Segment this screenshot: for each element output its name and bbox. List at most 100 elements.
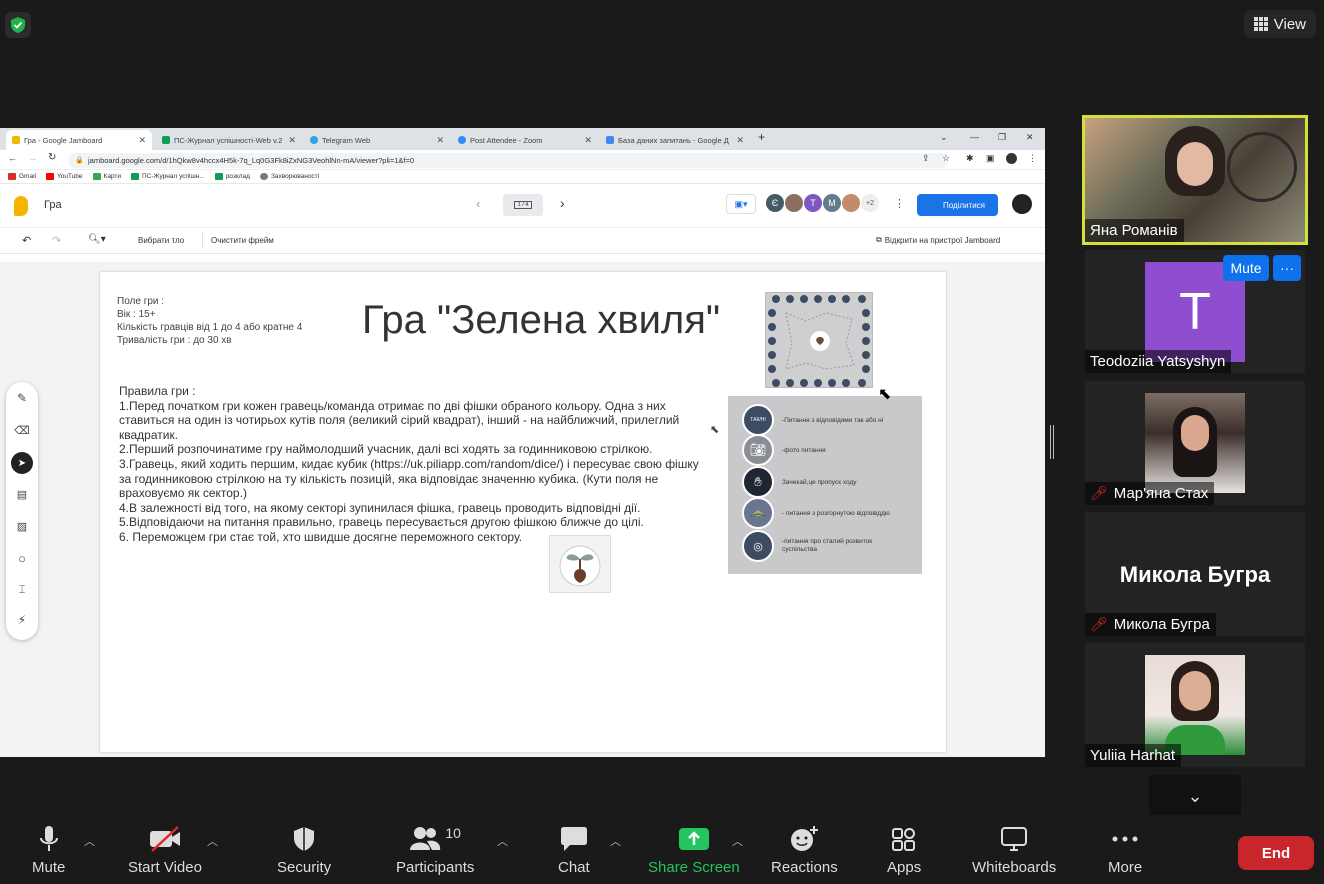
scroll-gallery-down-button[interactable]: ⌄ <box>1149 775 1241 817</box>
jam-frame[interactable]: Поле гри : Вік : 15+ Кількість гравців в… <box>100 272 946 752</box>
close-tab-icon[interactable]: ✕ <box>288 135 296 146</box>
browser-tab-jamboard[interactable]: Гра - Google Jamboard ✕ <box>6 130 152 150</box>
participants-button[interactable]: 10 Participants <box>396 825 474 876</box>
avatar[interactable] <box>842 194 860 212</box>
participant-mute-button[interactable]: Mute <box>1223 255 1269 281</box>
frame-bar-button[interactable]: 1 / 4 <box>503 194 543 216</box>
bookmark-youtube[interactable]: YouTube <box>45 173 83 180</box>
browser-menu-icon[interactable]: ⋮ <box>1028 153 1037 164</box>
pen-icon[interactable]: ✎ <box>14 390 30 406</box>
browser-tab-telegram[interactable]: Telegram Web ✕ <box>304 130 450 150</box>
new-tab-button[interactable]: + <box>758 130 765 144</box>
bookmark-illness[interactable]: Захворюваності <box>259 173 319 180</box>
bookmark-maps[interactable]: Карти <box>92 173 121 180</box>
gmail-icon <box>8 173 16 180</box>
reactions-button[interactable]: Reactions <box>771 825 838 876</box>
more-button[interactable]: More <box>1108 825 1142 876</box>
set-background-button[interactable]: Вибрати тло <box>138 236 184 245</box>
next-frame-icon[interactable]: › <box>560 195 565 211</box>
muted-mic-icon: 🎤︎ <box>1090 485 1108 501</box>
close-tab-icon[interactable]: ✕ <box>436 135 444 146</box>
avatar[interactable]: Є <box>766 194 784 212</box>
avatar[interactable] <box>785 194 803 212</box>
security-button[interactable]: Security <box>277 825 331 876</box>
shared-screen: Гра - Google Jamboard ✕ ПС-Журнал успішно… <box>0 128 1045 757</box>
more-collaborators-count[interactable]: +2 <box>861 194 879 212</box>
video-options-caret-icon[interactable]: ︿ <box>207 833 218 849</box>
participant-face <box>1177 142 1213 186</box>
zoom-icon[interactable]: 🔍︎▾ <box>88 234 106 245</box>
view-button[interactable]: View <box>1243 10 1316 38</box>
sticky-note-icon[interactable]: ▤ <box>14 486 30 502</box>
avatar[interactable]: M <box>823 194 841 212</box>
select-icon[interactable]: ➤ <box>11 452 33 474</box>
image-icon[interactable]: ▨ <box>14 518 30 534</box>
share-page-icon[interactable]: ⇪ <box>922 153 930 164</box>
participant-more-button[interactable]: ··· <box>1273 255 1301 281</box>
participants-caret-icon[interactable]: ︿ <box>497 833 508 849</box>
participant-tile-active[interactable]: Яна Романів <box>1082 115 1308 245</box>
open-on-device-button[interactable]: ⧉ Відкрити на пристрої Jamboard <box>876 235 1000 245</box>
text-box-icon[interactable]: ⌶ <box>14 582 30 598</box>
bookmark-gmail[interactable]: Gmail <box>8 173 36 180</box>
bookmark-journal[interactable]: ПС-Журнал успішн... <box>131 173 205 180</box>
share-button[interactable]: 👤 Поділитися <box>917 194 998 216</box>
chat-caret-icon[interactable]: ︿ <box>610 833 621 849</box>
chat-button[interactable]: Chat <box>558 825 590 876</box>
sidebar-icon[interactable]: ▣ <box>986 153 995 164</box>
shape-circle-icon[interactable]: ○ <box>14 550 30 566</box>
present-button[interactable]: ▣▾ <box>726 194 756 214</box>
sheets-favicon-icon <box>162 136 170 144</box>
browser-tab-database[interactable]: База даних запитань - Google Д ✕ <box>600 130 750 150</box>
browser-tab-journal[interactable]: ПС-Журнал успішності-Web v.2 ✕ <box>156 130 302 150</box>
browser-tab-zoom[interactable]: Post Attendee - Zoom ✕ <box>452 130 598 150</box>
close-tab-icon[interactable]: ✕ <box>736 135 744 146</box>
present-icon: ▣▾ <box>734 198 748 209</box>
apps-icon <box>892 828 916 851</box>
share-screen-button[interactable]: Share Screen <box>648 825 740 876</box>
start-video-button[interactable]: Start Video <box>128 825 202 876</box>
redo-icon[interactable]: ↷ <box>52 234 61 247</box>
avatar <box>1145 393 1245 493</box>
minimize-button[interactable]: — <box>970 132 979 142</box>
eraser-icon[interactable]: ⌫ <box>14 422 30 438</box>
undo-icon[interactable]: ↶ <box>22 234 31 247</box>
forward-arrow-icon[interactable]: → <box>28 153 37 163</box>
close-tab-icon[interactable]: ✕ <box>138 135 146 146</box>
reload-icon[interactable]: ↻ <box>48 152 56 163</box>
apps-button[interactable]: Apps <box>887 825 921 876</box>
prev-frame-icon[interactable]: ‹ <box>476 196 480 211</box>
mute-button[interactable]: Mute <box>32 825 65 876</box>
extensions-icon[interactable]: ✱ <box>966 153 974 164</box>
share-caret-icon[interactable]: ︿ <box>732 833 743 849</box>
avatar[interactable]: T <box>804 194 822 212</box>
stop-hand-icon: ✋︎ <box>742 466 774 498</box>
end-meeting-button[interactable]: End <box>1238 836 1314 870</box>
maps-icon <box>92 173 101 180</box>
jam-title[interactable]: Гра <box>44 199 62 211</box>
audio-options-caret-icon[interactable]: ︿ <box>84 833 95 849</box>
panel-resize-handle[interactable] <box>1050 425 1054 459</box>
bookmark-star-icon[interactable]: ☆ <box>942 153 950 164</box>
participant-tile[interactable]: Микола Бугра 🎤︎ Микола Бугра <box>1085 512 1305 636</box>
encryption-shield-icon[interactable] <box>5 12 31 38</box>
tab-search-chevron-icon[interactable]: ⌄ <box>940 132 948 143</box>
clear-frame-button[interactable]: Очистити фрейм <box>211 236 274 245</box>
more-options-icon[interactable]: ⋮ <box>894 197 905 210</box>
whiteboards-button[interactable]: Whiteboards <box>972 825 1056 876</box>
participant-tile[interactable]: T Mute ··· Teodoziia Yatsyshyn <box>1085 250 1305 373</box>
participant-face <box>1179 671 1211 711</box>
back-arrow-icon[interactable]: ← <box>8 153 17 163</box>
maximize-button[interactable]: ❐ <box>998 132 1006 143</box>
participant-tile[interactable]: Yuliia Harhat <box>1085 643 1305 767</box>
laser-icon[interactable]: ⚡︎ <box>14 612 30 628</box>
url-bar[interactable]: 🔒 jamboard.google.com/d/1hQkw8v4hccx4H5k… <box>68 153 948 168</box>
close-tab-icon[interactable]: ✕ <box>584 135 592 146</box>
participant-tile[interactable]: 🎤︎ Мар'яна Стах <box>1085 381 1305 505</box>
bookmark-schedule[interactable]: розклад <box>214 173 250 180</box>
close-window-button[interactable]: ✕ <box>1026 132 1034 143</box>
profile-avatar[interactable] <box>1006 153 1017 164</box>
divider <box>202 233 203 247</box>
yes-no-icon: ТАК/НІ <box>742 404 774 436</box>
user-avatar[interactable] <box>1012 194 1032 214</box>
